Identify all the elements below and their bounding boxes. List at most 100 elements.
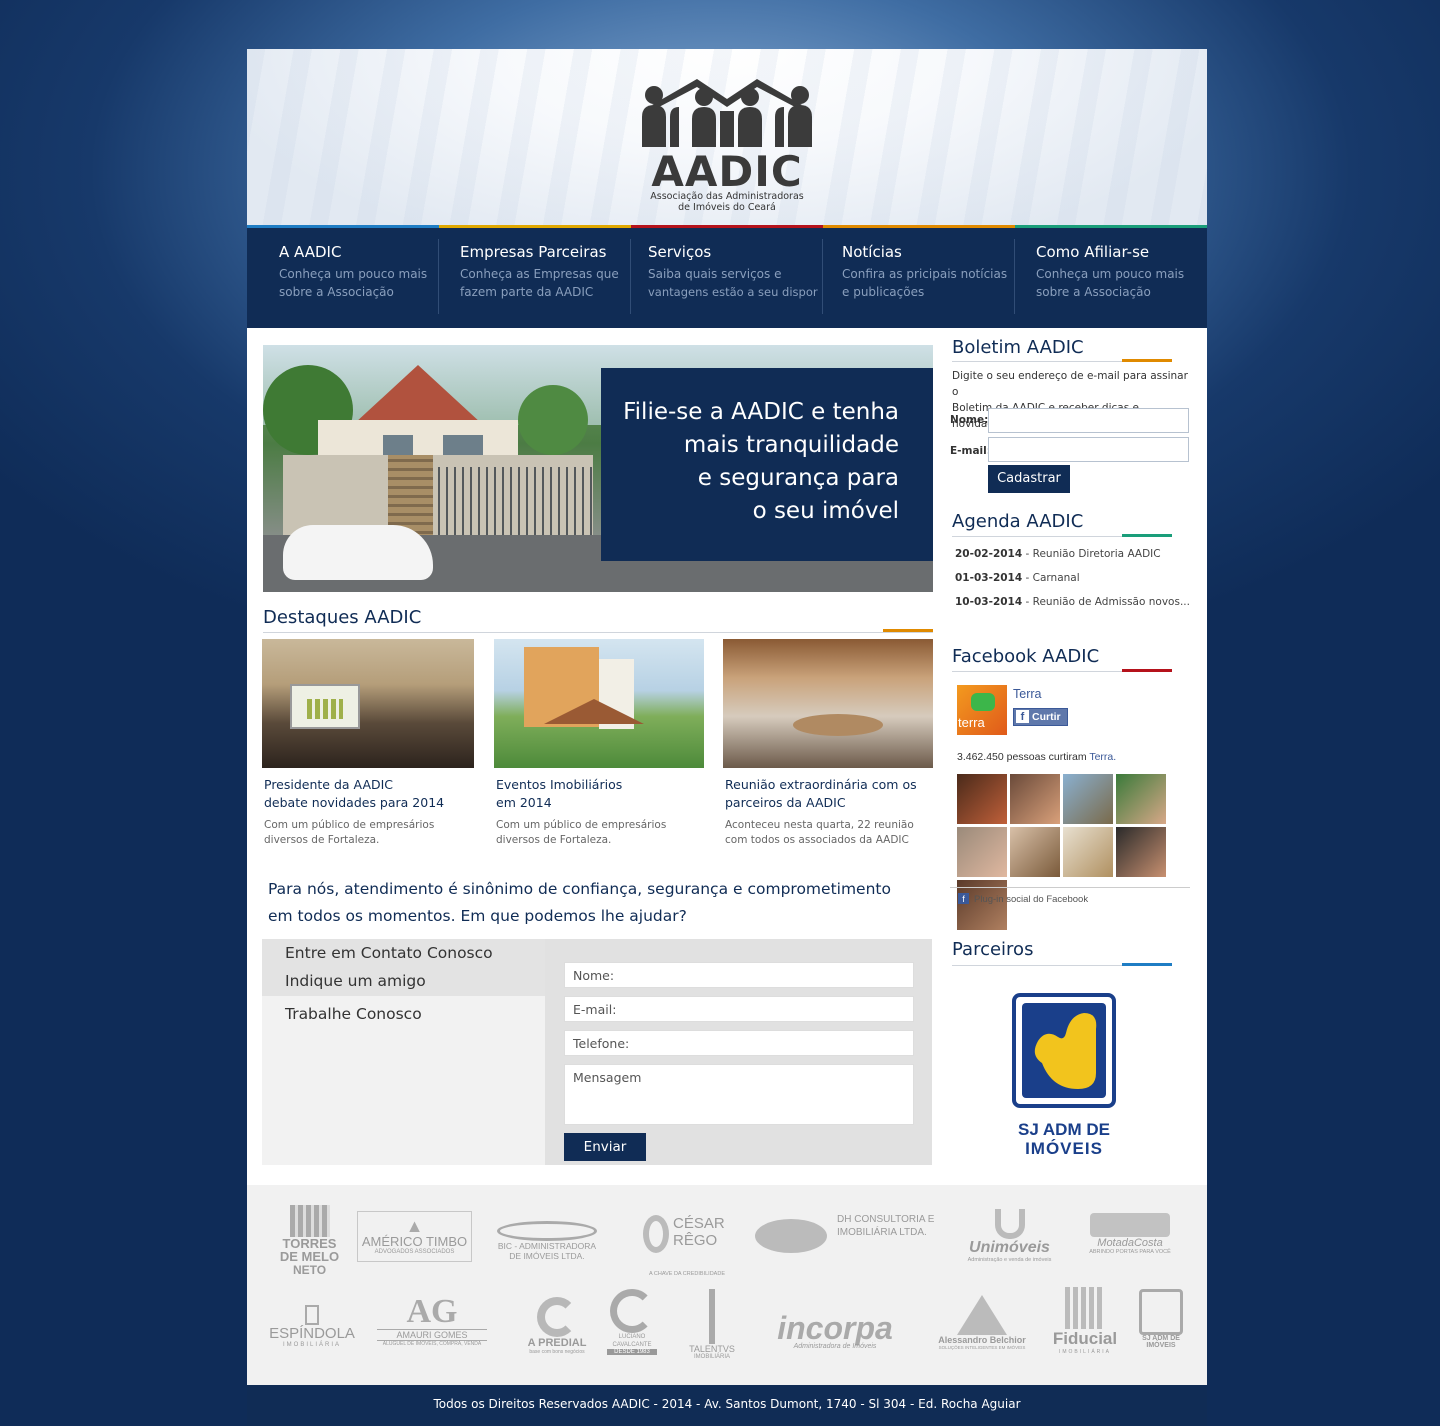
banner-gate	[438, 467, 598, 537]
nav-desc-1: Conheça um pouco mais	[1036, 267, 1185, 281]
nav-title: Empresas Parceiras	[460, 243, 607, 261]
logo-graphic	[537, 1297, 577, 1337]
highlight-card-events[interactable]: Eventos Imobiliários em 2014 Com um públi…	[494, 639, 704, 848]
contact-phone-field[interactable]: Telefone:	[564, 1030, 914, 1056]
terra-page-logo[interactable]: terra	[957, 685, 1007, 735]
facebook-like-button[interactable]: f Curtir	[1013, 708, 1068, 726]
partner-logo-incorpa[interactable]: incorpa Administradora de Imóveis	[755, 1312, 915, 1350]
logo-main-text: BIC - ADMINISTRADORA	[497, 1241, 597, 1251]
nav-color-bar	[823, 225, 1015, 228]
partner-logo-luciano-cavalcante[interactable]: LUCIANO CAVALCANTE DESDE 1983	[607, 1289, 657, 1355]
logo-graphic: AG	[406, 1293, 458, 1330]
nav-item-noticias[interactable]: Notícias Confira as pricipais notícias e…	[823, 225, 1015, 328]
highlight-desc: Com um público de empresários diversos de…	[494, 818, 704, 848]
fan-avatar[interactable]	[1116, 774, 1166, 824]
logo-graphic	[643, 1215, 669, 1253]
partner-logo-amauri-gomes[interactable]: AG AMAURI GOMES ALUGUEL DE IMÓVEIS, COMP…	[377, 1295, 487, 1347]
partner-logo-cesar-rego[interactable]: CÉSAR RÊGO A CHAVE DA CREDIBILIDADE	[637, 1215, 737, 1277]
highlight-card-meeting[interactable]: Reunião extraordinária com os parceiros d…	[723, 639, 933, 848]
partner-logo-motadacosta[interactable]: MotadaCosta ABRINDO PORTAS PARA VOCÊ	[1085, 1213, 1175, 1255]
highlight-desc: Aconteceu nesta quarta, 22 reunião com to…	[723, 818, 933, 848]
likes-text: 3.462.450 pessoas curtiram	[957, 751, 1090, 763]
highlight-desc-line1: Com um público de empresários	[496, 819, 667, 831]
highlight-image	[494, 639, 704, 768]
facebook-likes-count: 3.462.450 pessoas curtiram Terra.	[957, 751, 1116, 763]
fan-avatar[interactable]	[1063, 774, 1113, 824]
banner-text-box: Filie-se a AADIC e tenha mais tranquilid…	[601, 368, 933, 561]
highlights-title: Destaques AADIC	[263, 607, 422, 628]
contact-name-field[interactable]: Nome:	[564, 962, 914, 988]
tab-trabalhe-conosco[interactable]: Trabalhe Conosco	[262, 999, 545, 1029]
footer-text: Todos os Direitos Reservados AADIC - 201…	[433, 1397, 1021, 1411]
highlight-title-line2: debate novidades para 2014	[264, 795, 445, 810]
logo-graphic	[1139, 1289, 1183, 1335]
agenda-item[interactable]: 20-02-2014 - Reunião Diretoria AADIC	[955, 548, 1161, 560]
highlight-desc-line1: Com um público de empresários	[264, 819, 435, 831]
nav-desc-1: Saiba quais serviços e	[648, 267, 782, 281]
nav-item-a-aadic[interactable]: A AADIC Conheça um pouco mais sobre a As…	[247, 225, 439, 328]
fan-avatar[interactable]	[1063, 827, 1113, 877]
banner-line-1: Filie-se a AADIC e tenha	[623, 399, 899, 425]
highlight-title-line1: Reunião extraordinária com os	[725, 777, 917, 792]
highlights-accent	[883, 629, 933, 632]
partner-logo-alessandro-belchior[interactable]: Alessandro Belchior SOLUÇÕES INTELIGENTE…	[932, 1295, 1032, 1350]
logo-main-text: Alessandro Belchior	[938, 1335, 1026, 1345]
contact-email-field[interactable]: E-mail:	[564, 996, 914, 1022]
facebook-plugin-note[interactable]: f Plug-in social do Facebook	[958, 893, 1088, 905]
logo-subtitle: Associação das Administradoras de Imóvei…	[632, 191, 822, 213]
nav-title: A AADIC	[279, 243, 342, 261]
main-nav: A AADIC Conheça um pouco mais sobre a As…	[247, 225, 1207, 328]
facebook-plugin-divider	[950, 887, 1190, 888]
agenda-item[interactable]: 01-03-2014 - Carnanal	[955, 572, 1080, 584]
facebook-page-name[interactable]: Terra	[1013, 687, 1041, 701]
nav-item-servicos[interactable]: Serviços Saiba quais serviços e vantagen…	[631, 225, 823, 328]
contact-message-field[interactable]: Mensagem	[564, 1064, 914, 1125]
send-button[interactable]: Enviar	[564, 1133, 646, 1161]
logo-graphic	[289, 1205, 330, 1237]
logo-main-text: LUCIANO CAVALCANTE	[612, 1334, 652, 1348]
subscribe-button[interactable]: Cadastrar	[988, 465, 1070, 493]
partner-logo-americo-timbo[interactable]: ▲ AMÉRICO TIMBO ADVOGADOS ASSOCIADOS	[357, 1211, 472, 1262]
logo-main-text: Unimóveis	[969, 1239, 1050, 1256]
fan-avatar[interactable]	[1116, 827, 1166, 877]
agenda-item[interactable]: 10-03-2014 - Reunião de Admissão novos..…	[955, 596, 1190, 608]
logo-sub-text: DESDE 1983	[607, 1349, 657, 1355]
partner-logo-bic[interactable]: BIC - ADMINISTRADORA DE IMÓVEIS LTDA.	[492, 1221, 602, 1261]
sj-adm-featured-logo[interactable]: SJ ADM DE IMÓVEIS	[1012, 993, 1116, 1158]
fan-avatar[interactable]	[1010, 827, 1060, 877]
partner-logo-fiducial[interactable]: Fiducial IMOBILIÁRIA	[1045, 1287, 1125, 1355]
highlight-card-president[interactable]: Presidente da AADIC debate novidades para…	[262, 639, 474, 848]
terra-logo-text: terra	[958, 715, 985, 730]
tab-contato[interactable]: Entre em Contato Conosco	[262, 939, 545, 966]
tab-indique-amigo[interactable]: Indique um amigo	[262, 966, 545, 996]
agenda-accent	[1122, 534, 1172, 537]
fan-avatar[interactable]	[957, 827, 1007, 877]
nav-item-como-afiliar-se[interactable]: Como Afiliar-se Conheça um pouco mais so…	[1015, 225, 1207, 328]
logo-graphic	[1065, 1287, 1105, 1329]
logo-graphic	[957, 1295, 1007, 1335]
partner-logo-unimoveis[interactable]: Unimóveis Administração e venda de imóve…	[957, 1209, 1062, 1263]
agenda-text: - Carnanal	[1022, 572, 1080, 584]
highlight-image	[723, 639, 933, 768]
likes-link[interactable]: Terra.	[1089, 751, 1116, 763]
partner-logo-torres-de-melo[interactable]: TORRES DE MELO NETO	[272, 1205, 347, 1277]
fan-avatar[interactable]	[1010, 774, 1060, 824]
aadic-logo[interactable]: AADIC Associação das Administradoras de …	[632, 77, 822, 217]
partner-logo-dh[interactable]: DH CONSULTORIA E IMOBILIÁRIA LTDA.	[755, 1213, 935, 1253]
logo-subtitle-line1: Associação das Administradoras	[650, 191, 804, 202]
banner-line-2: mais tranquilidade	[683, 432, 899, 458]
hero-banner[interactable]: Filie-se a AADIC e tenha mais tranquilid…	[263, 345, 933, 592]
facebook-fans-grid	[957, 774, 1169, 930]
fan-avatar[interactable]	[957, 774, 1007, 824]
nav-item-empresas-parceiras[interactable]: Empresas Parceiras Conheça as Empresas q…	[439, 225, 631, 328]
partner-logo-espindola[interactable]: ESPÍNDOLA IMOBILIÁRIA	[267, 1305, 357, 1348]
partner-logo-talentvs[interactable]: TALENTVS IMOBILIÁRIA	[687, 1289, 737, 1360]
partner-logo-a-predial[interactable]: A PREDIAL base com bons negócios	[517, 1297, 597, 1355]
partner-logo-sj-adm[interactable]: SJ ADM DE IMÓVEIS	[1135, 1289, 1187, 1349]
newsletter-name-input[interactable]	[988, 408, 1189, 433]
logo-sub-text: IMÓVEIS	[1146, 1342, 1176, 1349]
agenda-date: 10-03-2014	[955, 596, 1023, 608]
newsletter-email-input[interactable]	[988, 437, 1189, 462]
contact-panel: Entre em Contato Conosco Indique um amig…	[262, 939, 932, 1165]
logo-sub-text: A CHAVE DA CREDIBILIDADE	[648, 1271, 725, 1277]
